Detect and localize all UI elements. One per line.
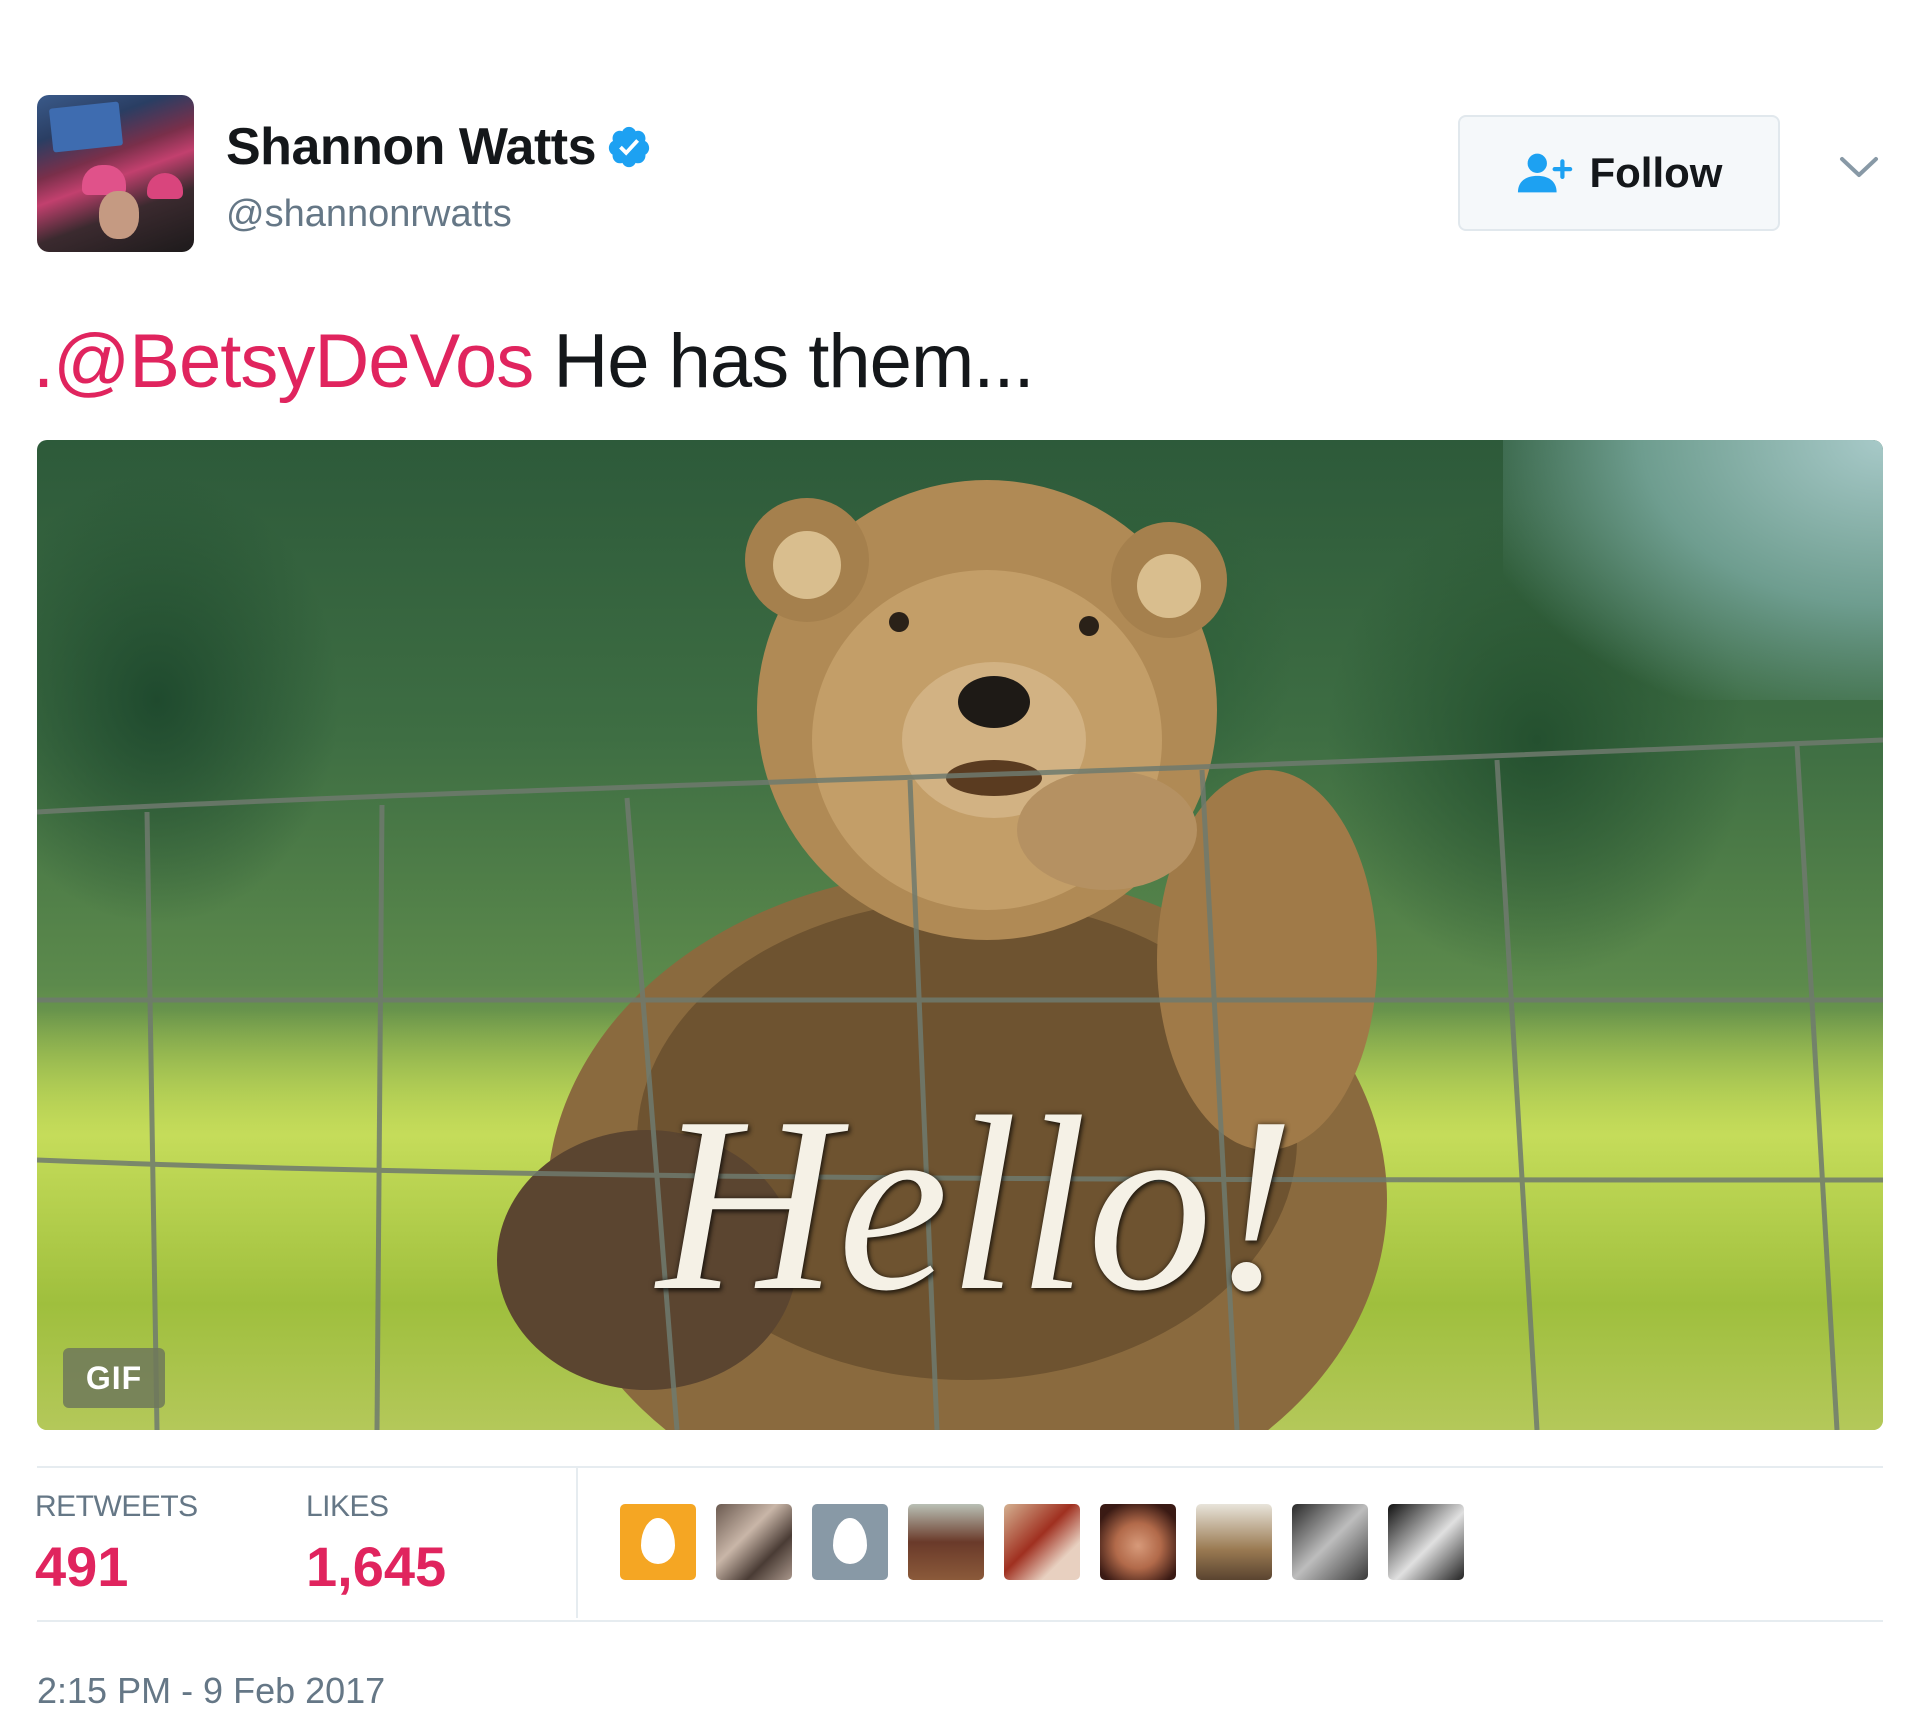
user-handle[interactable]: @shannonrwatts [226,193,512,236]
tweet-timestamp[interactable]: 2:15 PM - 9 Feb 2017 [37,1670,385,1712]
liker-avatar-1[interactable] [620,1504,696,1580]
divider-bottom [37,1620,1883,1622]
tweet-card: Shannon Watts @shannonrwatts Follow .@Be… [0,0,1920,1714]
liker-avatar-6[interactable] [1100,1504,1176,1580]
follow-button-label: Follow [1589,149,1723,196]
liker-avatar-8[interactable] [1292,1504,1368,1580]
likes-label[interactable]: LIKES [306,1490,389,1524]
likes-count[interactable]: 1,645 [306,1534,446,1599]
retweets-label[interactable]: RETWEETS [35,1490,198,1524]
avatar[interactable] [37,95,194,252]
chevron-down-icon[interactable] [1838,153,1880,183]
verified-icon [608,126,650,168]
gif-media[interactable]: Hello! GIF [37,440,1883,1430]
liker-avatar-4[interactable] [908,1504,984,1580]
gif-badge: GIF [63,1348,165,1408]
follow-person-icon [1517,153,1572,193]
gif-overlay-text: Hello! [657,1066,1296,1343]
display-name[interactable]: Shannon Watts [226,117,597,177]
liker-avatar-5[interactable] [1004,1504,1080,1580]
retweets-count[interactable]: 491 [35,1534,128,1599]
stats-divider [576,1468,578,1618]
tweet-body: He has them... [533,319,1034,404]
tweet-text: .@BetsyDeVos He has them... [33,318,1035,405]
divider-top [37,1466,1883,1468]
liker-avatar-9[interactable] [1388,1504,1464,1580]
follow-button[interactable]: Follow [1458,115,1780,231]
liker-avatar-2[interactable] [716,1504,792,1580]
liker-avatar-7[interactable] [1196,1504,1272,1580]
mention-link[interactable]: .@BetsyDeVos [33,319,534,404]
display-name-row[interactable]: Shannon Watts [226,117,652,177]
likers-avatars [620,1504,1464,1580]
liker-avatar-3[interactable] [812,1504,888,1580]
